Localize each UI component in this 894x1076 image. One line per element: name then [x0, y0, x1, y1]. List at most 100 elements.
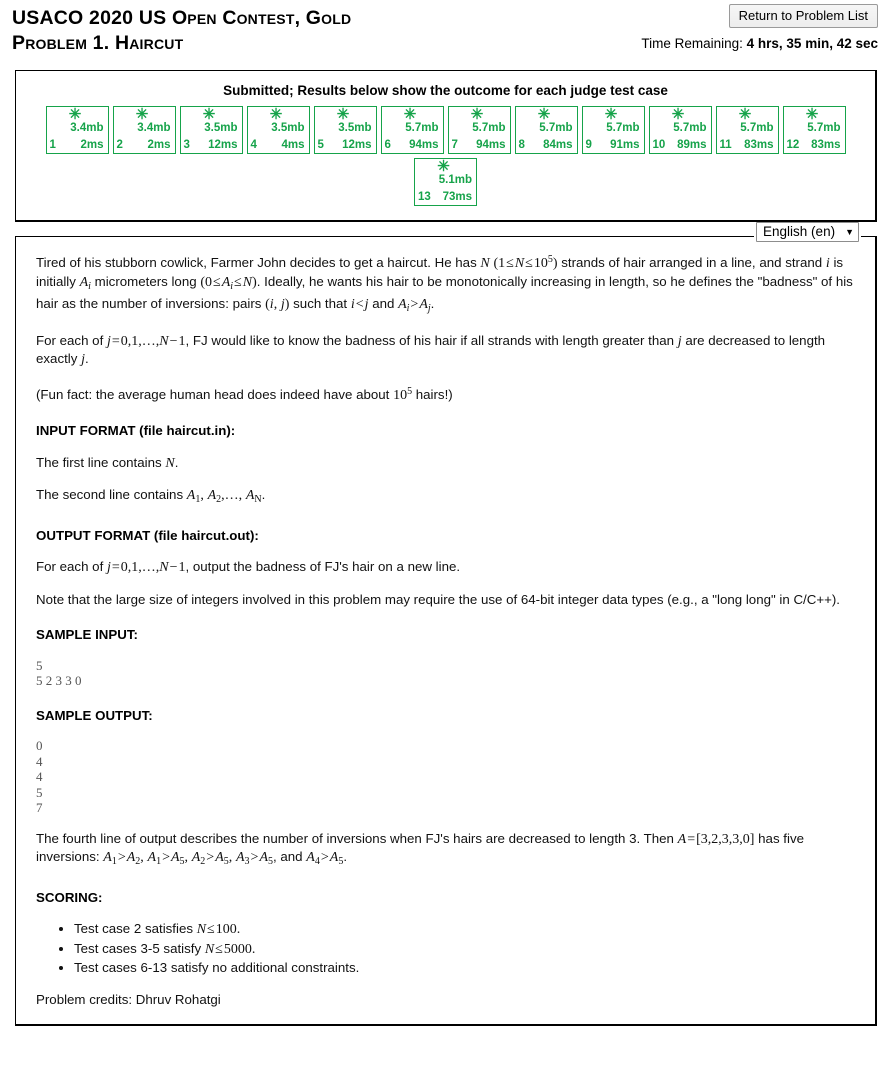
explain-seg-c: , and: [273, 849, 307, 864]
judge-case-box[interactable]: ✳ 5.7mb 8 84ms: [514, 106, 578, 154]
case-pass-icon: ✳: [604, 106, 618, 123]
case-time: 2ms: [80, 139, 104, 151]
case-memory: 5.7mb: [807, 122, 841, 134]
case-number: 10: [652, 139, 666, 151]
scoring-list: Test case 2 satisfies N≤100. Test cases …: [36, 920, 855, 977]
case-memory: 3.4mb: [70, 122, 104, 134]
case-pass-icon: ✳: [336, 106, 350, 123]
case-pass-icon: ✳: [805, 106, 819, 123]
input-line-1: The first line contains N.: [36, 454, 179, 471]
input-line-1-text: The first line contains: [36, 454, 166, 470]
case-time: 83ms: [744, 139, 774, 151]
time-remaining-value: 4 hrs, 35 min, 42 sec: [746, 36, 878, 51]
case-number: 9: [585, 139, 592, 151]
case-number: 8: [518, 139, 525, 151]
judge-case-box[interactable]: ✳ 3.5mb 5 12ms: [313, 106, 377, 154]
case-memory: 3.5mb: [338, 122, 372, 134]
sample-input-heading: SAMPLE INPUT:: [36, 627, 138, 642]
results-status-text: Submitted; Results below show the outcom…: [223, 83, 668, 98]
input-line-1-end: .: [174, 454, 179, 470]
judge-case-box[interactable]: ✳ 5.7mb 6 94ms: [380, 106, 444, 154]
submission-results-panel: Submitted; Results below show the outcom…: [15, 70, 877, 222]
case-memory: 3.4mb: [137, 122, 171, 134]
case-time: 2ms: [147, 139, 171, 151]
judge-case-box[interactable]: ✳ 3.4mb 1 2ms: [45, 106, 109, 154]
judge-case-box[interactable]: ✳ 3.5mb 4 4ms: [246, 106, 310, 154]
problem-paragraph-2: For each of j=0,1,…,N−1, FJ would like t…: [36, 332, 826, 368]
p1-seg-h: .: [430, 296, 435, 311]
judge-case-box[interactable]: ✳ 5.7mb 7 94ms: [447, 106, 511, 154]
case-pass-icon: ✳: [671, 106, 685, 123]
header-actions: Return to Problem List Time Remaining: 4…: [641, 4, 878, 51]
judge-case-box[interactable]: ✳ 5.1mb 13 73ms: [414, 158, 477, 206]
case-pass-icon: ✳: [403, 106, 417, 123]
input-line-2: The second line contains A1, A2,…, AN.: [36, 487, 266, 505]
judge-case-box[interactable]: ✳ 3.5mb 3 12ms: [179, 106, 243, 154]
explain-seg-d: .: [343, 849, 348, 864]
case-time: 12ms: [342, 139, 372, 151]
case-memory: 5.7mb: [606, 122, 640, 134]
case-pass-icon: ✳: [135, 106, 149, 123]
input-line-2-end: .: [261, 487, 266, 502]
case-memory: 5.1mb: [438, 174, 472, 186]
input-line-2-text: The second line contains: [36, 487, 187, 502]
page-header: USACO 2020 US Open Contest, Gold Problem…: [0, 0, 894, 62]
output-format-heading: OUTPUT FORMAT (file haircut.out):: [36, 527, 259, 543]
scoring-item-text: Test cases 3-5 satisfy: [74, 940, 205, 956]
judge-case-box[interactable]: ✳ 5.7mb 12 83ms: [782, 106, 846, 154]
explain-seg-a: The fourth line of output describes the …: [36, 830, 678, 846]
p1-seg-g: and: [368, 296, 399, 311]
case-pass-icon: ✳: [470, 106, 484, 123]
scoring-item: Test cases 6-13 satisfy no additional co…: [74, 959, 855, 977]
problem-paragraph-1: Tired of his stubborn cowlick, Farmer Jo…: [36, 254, 853, 314]
case-memory: 3.5mb: [271, 122, 305, 134]
time-remaining-label: Time Remaining:: [641, 36, 743, 51]
case-pass-icon: ✳: [202, 106, 216, 123]
problem-credits: Problem credits: Dhruv Rohatgi: [36, 991, 221, 1007]
p3-seg-a: (Fun fact: the average human head does i…: [36, 386, 394, 402]
language-select[interactable]: English (en) ▼: [756, 222, 859, 242]
p1-seg-a: Tired of his stubborn cowlick, Farmer Jo…: [36, 255, 481, 270]
return-to-problem-list-button[interactable]: Return to Problem List: [728, 4, 878, 28]
chevron-down-icon: ▼: [845, 227, 854, 237]
scoring-item: Test case 2 satisfies N≤100.: [74, 920, 855, 939]
scoring-heading: SCORING:: [36, 889, 103, 905]
p2-seg-d: .: [84, 351, 89, 366]
contest-title: USACO 2020 US Open Contest, Gold: [12, 7, 352, 29]
output-seg-a: For each of: [36, 559, 107, 574]
case-memory: 5.7mb: [740, 122, 774, 134]
p1-seg-b: strands of hair arranged in a line, and …: [557, 255, 826, 270]
output-paragraph: For each of j=0,1,…,N−1, output the badn…: [36, 559, 461, 575]
p1-seg-f: such that: [289, 296, 351, 311]
case-pass-icon: ✳: [68, 106, 82, 123]
judge-case-box[interactable]: ✳ 5.7mb 9 91ms: [581, 106, 645, 154]
case-pass-icon: ✳: [269, 106, 283, 123]
note-paragraph: Note that the large size of integers inv…: [36, 591, 841, 607]
case-time: 89ms: [677, 139, 707, 151]
judge-case-row-secondary: ✳ 5.1mb 13 73ms: [16, 158, 875, 206]
case-memory: 3.5mb: [204, 122, 238, 134]
judge-case-box[interactable]: ✳ 3.4mb 2 2ms: [112, 106, 176, 154]
case-pass-icon: ✳: [537, 106, 551, 123]
input-format-heading: INPUT FORMAT (file haircut.in):: [36, 423, 236, 438]
case-time: 94ms: [409, 139, 439, 151]
problem-prose: Tired of his stubborn cowlick, Farmer Jo…: [36, 251, 855, 1008]
sample-input-block: 5 5 2 3 3 0: [36, 657, 82, 689]
case-number: 12: [786, 139, 800, 151]
case-number: 7: [451, 139, 458, 151]
problem-paragraph-3: (Fun fact: the average human head does i…: [36, 385, 453, 403]
judge-case-box[interactable]: ✳ 5.7mb 11 83ms: [715, 106, 779, 154]
case-time: 12ms: [208, 139, 238, 151]
case-number: 3: [183, 139, 190, 151]
judge-case-box[interactable]: ✳ 5.7mb 10 89ms: [648, 106, 712, 154]
p2-seg-b: , FJ would like to know the badness of h…: [185, 332, 678, 348]
scoring-item: Test cases 3-5 satisfy N≤5000.: [74, 940, 855, 959]
time-remaining: Time Remaining: 4 hrs, 35 min, 42 sec: [641, 36, 878, 51]
case-number: 1: [49, 139, 56, 151]
case-number: 5: [317, 139, 324, 151]
case-pass-icon: ✳: [437, 158, 450, 175]
problem-statement-panel: English (en) ▼ Tired of his stubborn cowl…: [15, 222, 877, 1026]
case-pass-icon: ✳: [738, 106, 752, 123]
p2-seg-a: For each of: [36, 332, 107, 348]
p3-seg-b: hairs!): [412, 386, 453, 402]
